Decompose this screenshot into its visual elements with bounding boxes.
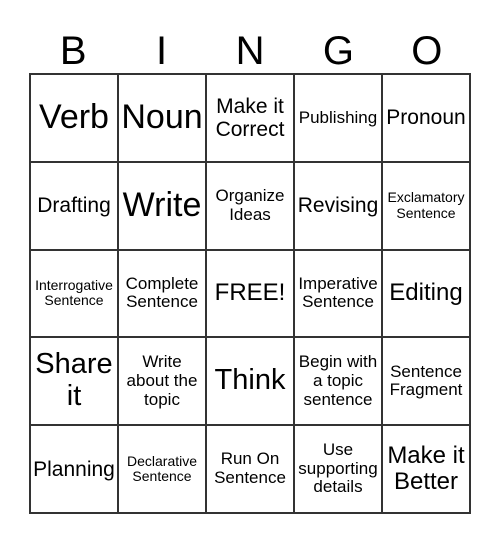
bingo-cell-label: Write about the topic: [126, 352, 198, 409]
bingo-cell-label: Run On Sentence: [214, 449, 286, 488]
bingo-cell-label: Share it: [35, 348, 113, 413]
bingo-cell[interactable]: Exclamatory Sentence: [382, 161, 470, 250]
bingo-cell-label: Sentence Fragment: [389, 361, 463, 400]
bingo-cell[interactable]: Revising: [294, 161, 382, 250]
bingo-cell[interactable]: Write: [118, 161, 206, 250]
bingo-cell[interactable]: Organize Ideas: [206, 161, 294, 250]
bingo-cell-label: Drafting: [37, 194, 111, 218]
bingo-cell[interactable]: Publishing: [294, 74, 382, 162]
bingo-cell-label: Use supporting details: [298, 440, 378, 497]
bingo-cell-label: Publishing: [298, 107, 378, 127]
bingo-cell-label: Declarative Sentence: [126, 452, 198, 485]
bingo-cell-label: Verb: [39, 98, 109, 137]
header-letter-n: N: [235, 29, 265, 73]
bingo-cell[interactable]: Noun: [118, 74, 206, 162]
bingo-cell-label: Begin with a topic sentence: [298, 352, 378, 409]
bingo-cell-label: Planning: [33, 457, 115, 481]
bingo-cell-label: Exclamatory Sentence: [387, 189, 465, 221]
bingo-cell[interactable]: Use supporting details: [294, 425, 382, 513]
bingo-cell[interactable]: Share it: [30, 337, 118, 426]
bingo-cell-label: Complete Sentence: [125, 273, 199, 312]
bingo-cell[interactable]: Drafting: [30, 161, 118, 250]
bingo-cell-label: Imperative Sentence: [298, 273, 378, 312]
bingo-cell[interactable]: Verb: [30, 74, 118, 162]
header-letter-o: O: [411, 29, 443, 73]
header-letter-i: I: [156, 29, 168, 73]
header-letter-b: B: [59, 29, 87, 73]
bingo-cell[interactable]: Make it Better: [382, 425, 470, 513]
bingo-cell[interactable]: Sentence Fragment: [382, 337, 470, 426]
bingo-cell-label: Make it Correct: [215, 94, 285, 141]
bingo-cell[interactable]: Write about the topic: [118, 337, 206, 426]
bingo-cell-label: Revising: [297, 194, 379, 218]
bingo-cell[interactable]: Editing: [382, 249, 470, 338]
bingo-card-grid: Verb Noun Make it Correct Publishing Pronoun…: [29, 73, 471, 514]
bingo-cell[interactable]: Run On Sentence: [206, 425, 294, 513]
bingo-cell[interactable]: Planning: [30, 425, 118, 513]
bingo-cell[interactable]: Make it Correct: [206, 74, 294, 162]
bingo-cell-label: Make it Better: [387, 441, 465, 496]
bingo-cell-label: Noun: [121, 98, 203, 137]
bingo-cell[interactable]: Imperative Sentence: [294, 249, 382, 338]
bingo-cell-label: Pronoun: [386, 106, 466, 130]
bingo-cell-label: Interrogative Sentence: [35, 277, 113, 309]
bingo-cell-label: Organize Ideas: [215, 186, 285, 224]
bingo-cell[interactable]: FREE!: [206, 249, 294, 338]
bingo-cell[interactable]: Interrogative Sentence: [30, 249, 118, 338]
bingo-header: B I N G O: [29, 30, 471, 72]
bingo-cell[interactable]: Declarative Sentence: [118, 425, 206, 513]
bingo-cell-label: FREE!: [214, 279, 286, 307]
bingo-cell[interactable]: Begin with a topic sentence: [294, 337, 382, 426]
bingo-cell-label: Think: [214, 364, 286, 397]
header-letter-g: G: [322, 29, 354, 73]
bingo-cell-label: Write: [122, 186, 202, 224]
bingo-cell-label: Editing: [389, 279, 463, 307]
bingo-cell[interactable]: Pronoun: [382, 74, 470, 162]
bingo-cell[interactable]: Complete Sentence: [118, 249, 206, 338]
bingo-cell[interactable]: Think: [206, 337, 294, 426]
